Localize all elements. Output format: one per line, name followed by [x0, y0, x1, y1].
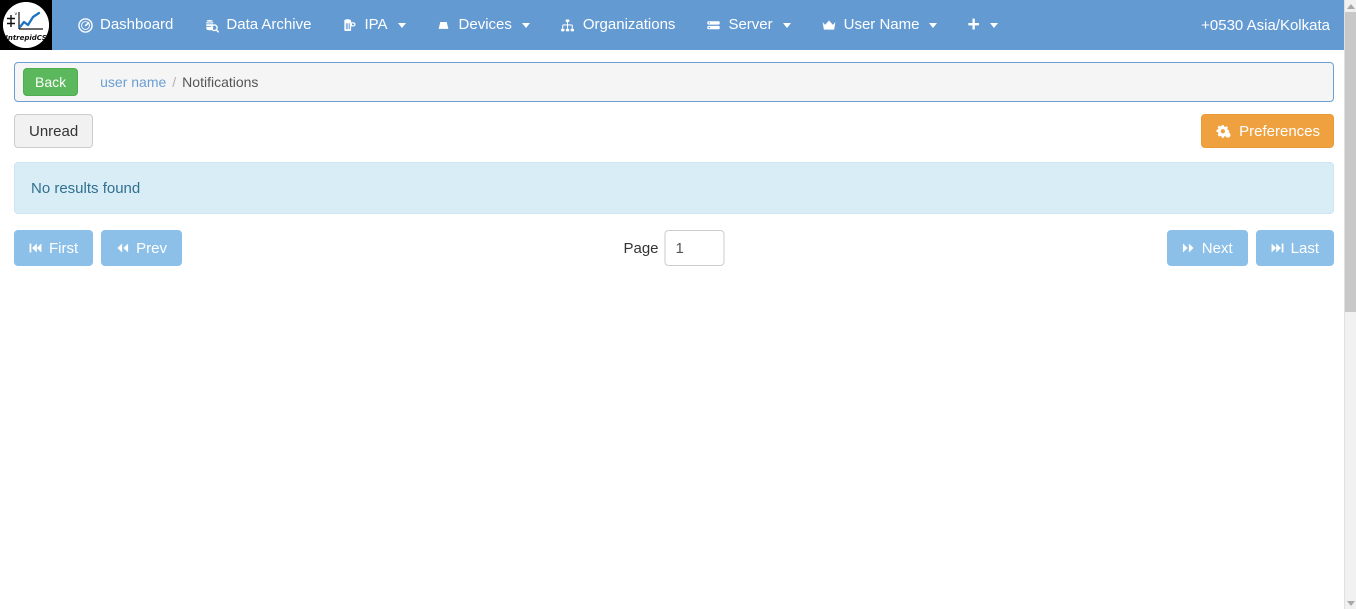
nav-item-user-name[interactable]: User Name [806, 0, 953, 50]
step-forward-icon [1271, 242, 1284, 254]
page-number-input[interactable] [664, 230, 725, 266]
nav-item-devices[interactable]: Devices [421, 0, 545, 50]
back-button[interactable]: Back [23, 68, 79, 96]
breadcrumb-separator: / [172, 74, 177, 90]
pagination-right-group: Next Last [1166, 230, 1334, 266]
nav-item-dashboard[interactable]: Dashboard [62, 0, 188, 50]
intrepidcs-logo-icon: v IntrepidCS [3, 2, 49, 48]
nav-label-user-name: User Name [843, 16, 920, 33]
beer-mug-icon [341, 17, 357, 33]
plus-icon: + [967, 12, 980, 36]
last-page-label: Last [1290, 239, 1319, 257]
navbar-menu: Dashboard Data Archive IPA Devices Organ… [62, 0, 1013, 50]
vertical-scrollbar[interactable] [1344, 0, 1356, 609]
nav-item-ipa[interactable]: IPA [326, 0, 420, 50]
nav-label-organizations: Organizations [582, 16, 676, 33]
breadcrumb-current: Notifications [182, 74, 259, 90]
chevron-down-icon [521, 22, 530, 28]
server-icon [705, 17, 721, 33]
nav-item-add[interactable]: + [952, 0, 1012, 50]
fast-forward-icon [1182, 242, 1195, 254]
nav-label-server: Server [728, 16, 773, 33]
preferences-label: Preferences [1239, 122, 1320, 140]
nav-label-devices: Devices [458, 16, 512, 33]
breadcrumb-trail: user name / Notifications [100, 74, 258, 90]
data-archive-icon [203, 17, 219, 33]
prev-page-label: Prev [136, 239, 168, 257]
nav-label-data-archive: Data Archive [226, 16, 312, 33]
next-page-button[interactable]: Next [1166, 230, 1248, 266]
svg-text:IntrepidCS: IntrepidCS [5, 34, 46, 42]
page-selector: Page [623, 230, 725, 266]
page-root: v IntrepidCS Dashboard Data Archive IPA … [0, 0, 1356, 609]
step-backward-icon [29, 242, 42, 254]
nav-item-data-archive[interactable]: Data Archive [188, 0, 326, 50]
chevron-down-icon [782, 22, 791, 28]
no-results-message: No results found [31, 179, 141, 197]
pagination: First Prev Page 1 Next Last [14, 230, 1334, 266]
chevron-down-icon [989, 22, 998, 28]
svg-text:v: v [15, 12, 18, 17]
last-page-button[interactable]: Last [1255, 230, 1334, 266]
unread-filter-button[interactable]: Unread [14, 114, 94, 148]
next-page-label: Next [1201, 239, 1233, 257]
fast-backward-icon [116, 242, 129, 254]
nav-item-organizations[interactable]: Organizations [545, 0, 691, 50]
dashboard-icon [77, 17, 93, 33]
scrollbar-up-arrow-icon[interactable] [1345, 0, 1356, 12]
first-page-label: First [49, 239, 79, 257]
page-label: Page [623, 239, 659, 257]
breadcrumb: Back user name / Notifications [14, 62, 1334, 102]
scrollbar-down-arrow-icon[interactable] [1345, 597, 1356, 609]
top-navbar: v IntrepidCS Dashboard Data Archive IPA … [0, 0, 1344, 50]
sitemap-icon [560, 17, 576, 33]
prev-page-button[interactable]: Prev [101, 230, 183, 266]
pagination-left-group: First Prev [14, 230, 183, 266]
crown-icon [821, 17, 837, 33]
nav-label-dashboard: Dashboard [100, 16, 174, 33]
preferences-button[interactable]: Preferences [1201, 114, 1334, 148]
toolbar: Unread Preferences [14, 114, 1334, 148]
chevron-down-icon [929, 22, 938, 28]
scrollbar-thumb[interactable] [1345, 12, 1356, 312]
cogs-icon [1215, 124, 1232, 139]
page-content: Back user name / Notifications Unread Pr… [0, 62, 1344, 266]
breadcrumb-link-user-name[interactable]: user name [100, 74, 166, 90]
hdd-icon [436, 17, 452, 33]
nav-label-ipa: IPA [364, 16, 388, 33]
content-container: Back user name / Notifications Unread Pr… [14, 62, 1334, 266]
nav-item-server[interactable]: Server [690, 0, 805, 50]
timezone-label: +0530 Asia/Kolkata [1201, 16, 1330, 34]
brand-logo[interactable]: v IntrepidCS [0, 0, 52, 50]
chevron-down-icon [397, 22, 406, 28]
first-page-button[interactable]: First [14, 230, 94, 266]
no-results-alert: No results found [14, 162, 1334, 214]
